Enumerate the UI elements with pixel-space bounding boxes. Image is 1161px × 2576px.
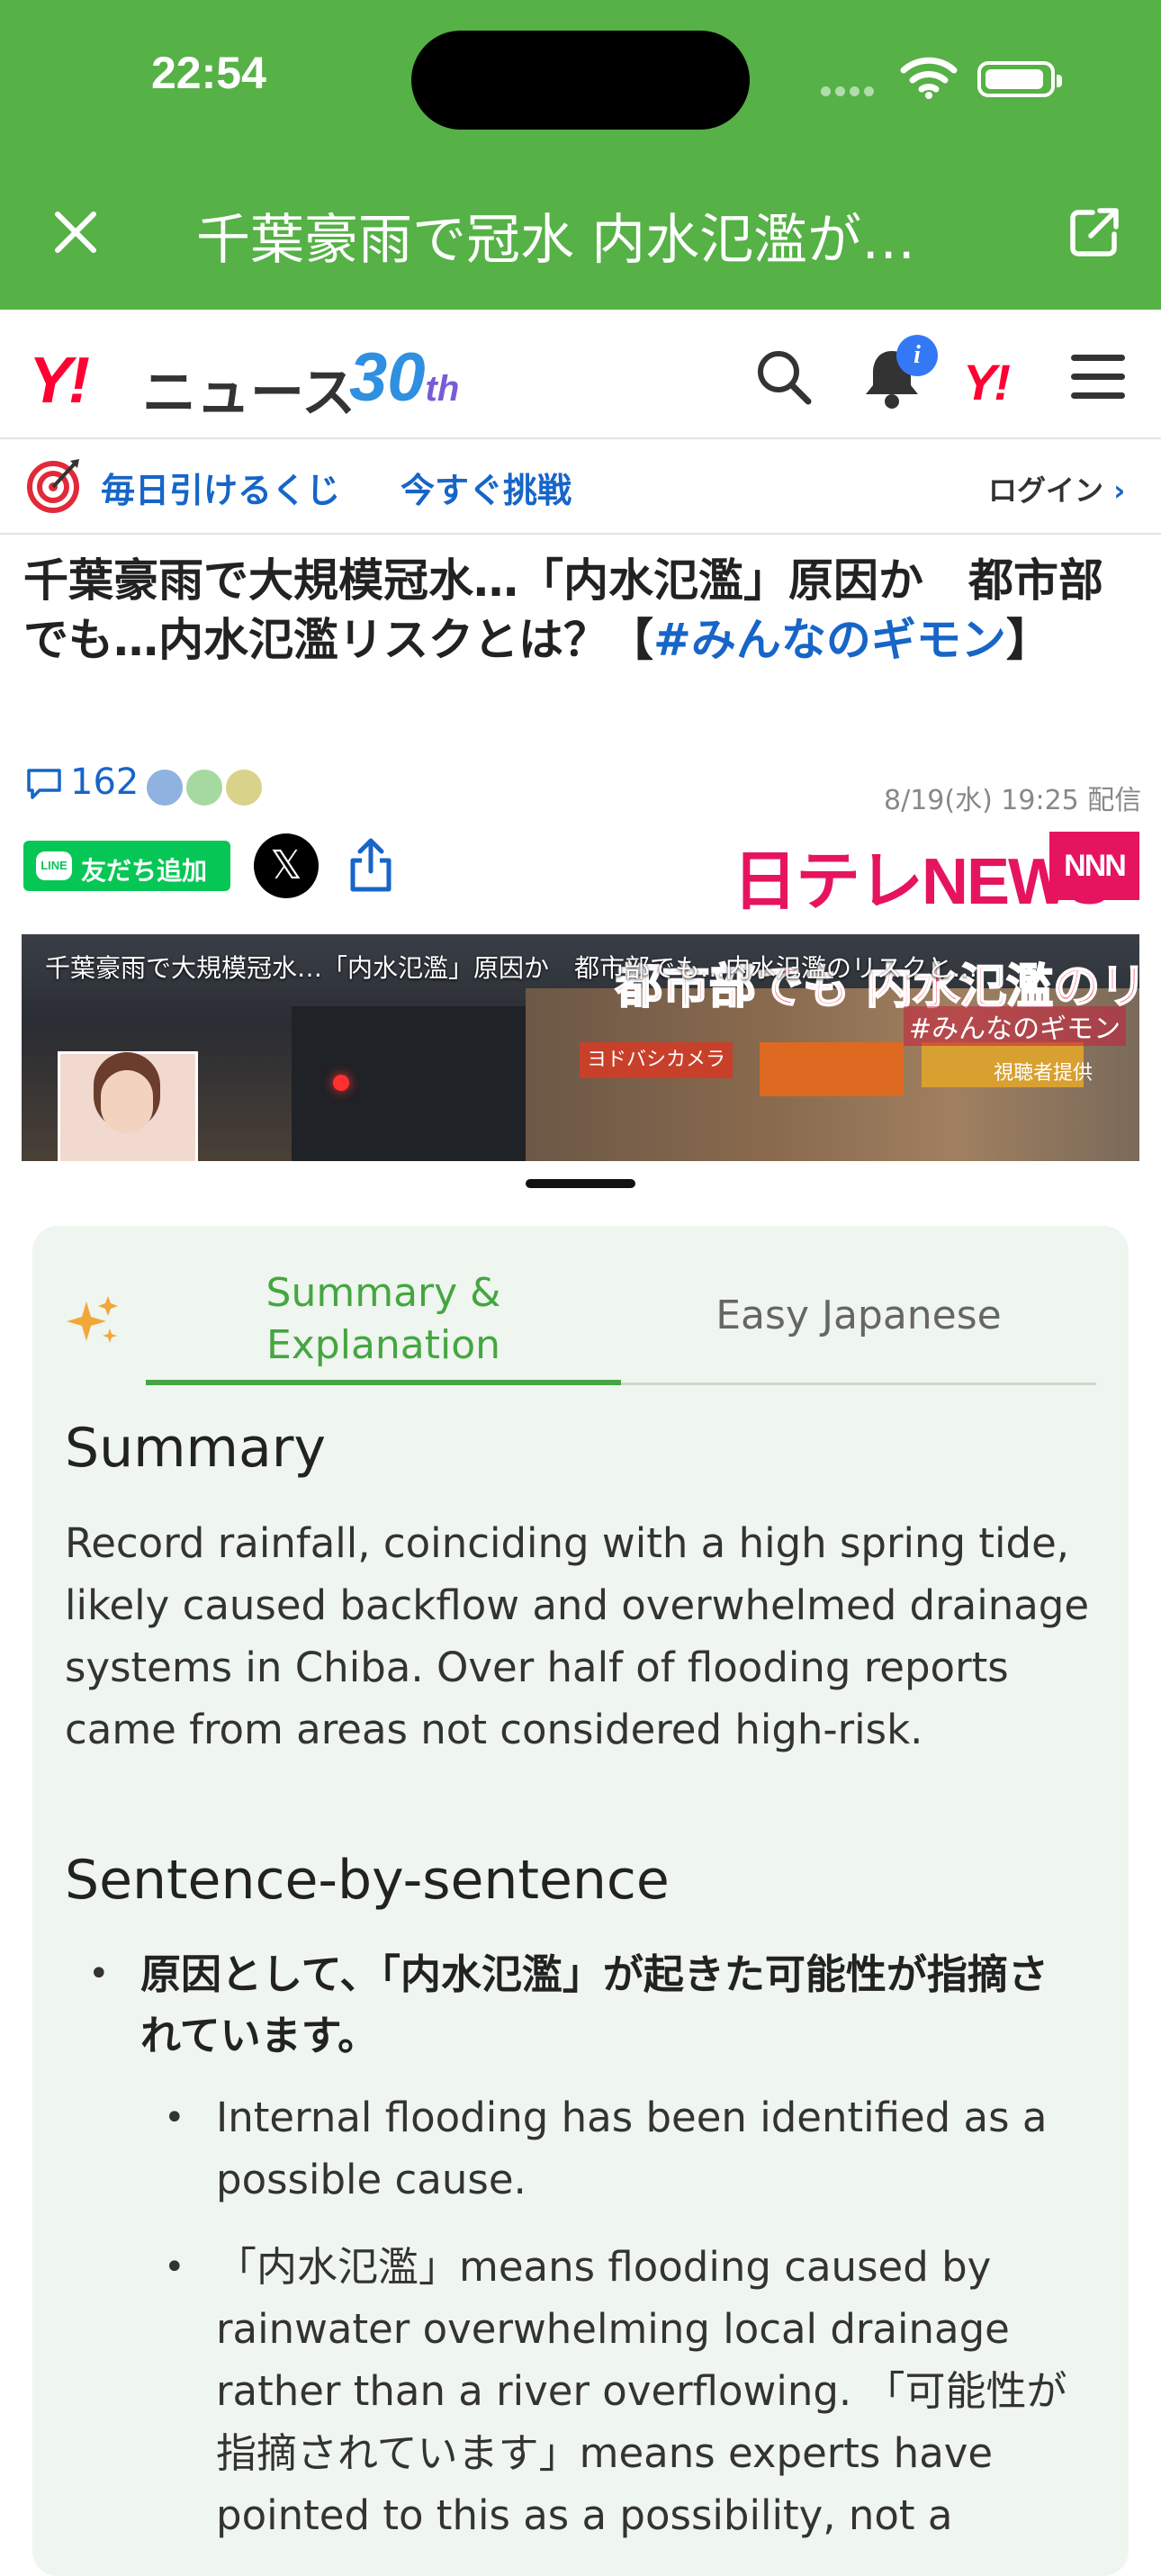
sentence-note: Internal flooding has been identified as… [216, 2094, 1048, 2203]
comment-count[interactable]: 162 [70, 761, 139, 803]
open-external-button[interactable] [1067, 205, 1121, 259]
target-icon [27, 457, 83, 513]
close-button[interactable] [49, 205, 103, 259]
search-icon [758, 351, 812, 405]
shop-sign: ヨドバシカメラ [580, 1042, 733, 1078]
hamburger-icon [1071, 355, 1125, 361]
external-link-icon [1070, 208, 1119, 257]
status-time: 22:54 [151, 48, 266, 98]
bullet: • [164, 2247, 185, 2288]
anniversary-logo: 30th [349, 339, 460, 416]
video-title: 千葉豪雨で大規模冠水…「内水氾濫」原因か 都市部でも…内水氾濫のリスクと… [45, 953, 978, 983]
notification-badge: i [896, 335, 938, 376]
publish-date: 8/19(水) 19:25 配信 [884, 785, 1142, 816]
lottery-cta-link[interactable]: 今すぐ挑戦 [400, 463, 572, 512]
close-icon [55, 212, 96, 253]
avatar [184, 767, 225, 808]
sheet-drag-handle[interactable] [526, 1179, 635, 1188]
avatar [144, 767, 185, 808]
video-credit: 視聴者提供 [994, 1062, 1094, 1085]
traffic-light [333, 1075, 349, 1091]
video-hashtag: #みんなのギモン [904, 1006, 1127, 1046]
signal-icon [821, 83, 878, 100]
bullet: • [88, 1953, 110, 1995]
line-icon: LINE [36, 851, 72, 880]
tab-active-indicator [146, 1380, 621, 1385]
publisher-badge: NNN [1049, 832, 1139, 900]
wifi-icon [900, 56, 958, 103]
page-title: 千葉豪雨で冠水 内水氾濫が… [196, 209, 916, 272]
login-link[interactable]: ログイン › [988, 468, 1125, 509]
share-icon [350, 838, 392, 892]
video-player[interactable]: ヨドバシカメラ 都市部でも 内水氾濫のリスク #みんなのギモン 視聴者提供 千葉… [22, 934, 1139, 1161]
summary-text: Record rainfall, coinciding with a high … [65, 1519, 1090, 1753]
share-button[interactable] [346, 835, 396, 898]
menu-button[interactable] [1071, 355, 1125, 403]
comment-icon[interactable] [25, 767, 63, 805]
news-anchor-thumbnail [58, 1051, 198, 1161]
tab-easy-japanese[interactable]: Easy Japanese [621, 1293, 1096, 1338]
x-share-button[interactable]: 𝕏 [254, 833, 319, 898]
news-logo-text: ニュース [142, 362, 356, 425]
tab-summary-explanation[interactable]: Summary & Explanation [146, 1267, 621, 1372]
summary-heading: Summary [65, 1417, 326, 1480]
yahoo-home-link[interactable]: Y! [963, 353, 1011, 411]
japanese-sentence: 原因として、「内水氾濫」が起きた可能性が指摘されています。 [140, 1950, 1048, 2059]
hashtag-link[interactable]: #みんなのギモン [653, 614, 1006, 666]
chevron-right-icon: › [1113, 473, 1126, 508]
dynamic-island [411, 31, 750, 130]
yahoo-logo[interactable]: Y! [29, 344, 90, 418]
video-scene [292, 1006, 526, 1161]
article-headline: 千葉豪雨で大規模冠水…「内水氾濫」原因か 都市部でも…内水氾濫リスクとは？【#み… [23, 554, 1103, 666]
shop-sign [760, 1042, 904, 1096]
lottery-label[interactable]: 毎日引けるくじ [101, 463, 340, 512]
sentence-by-sentence-heading: Sentence-by-sentence [65, 1849, 670, 1912]
battery-icon [977, 61, 1062, 97]
sentence-note: 「内水氾濫」means flooding caused by rainwater… [216, 2243, 1067, 2539]
search-button[interactable] [752, 346, 815, 412]
bullet: • [164, 2097, 185, 2139]
sparkle-icon [65, 1293, 122, 1354]
avatar [223, 767, 265, 808]
line-add-friend-button[interactable]: LINE 友だち追加 [23, 841, 230, 891]
